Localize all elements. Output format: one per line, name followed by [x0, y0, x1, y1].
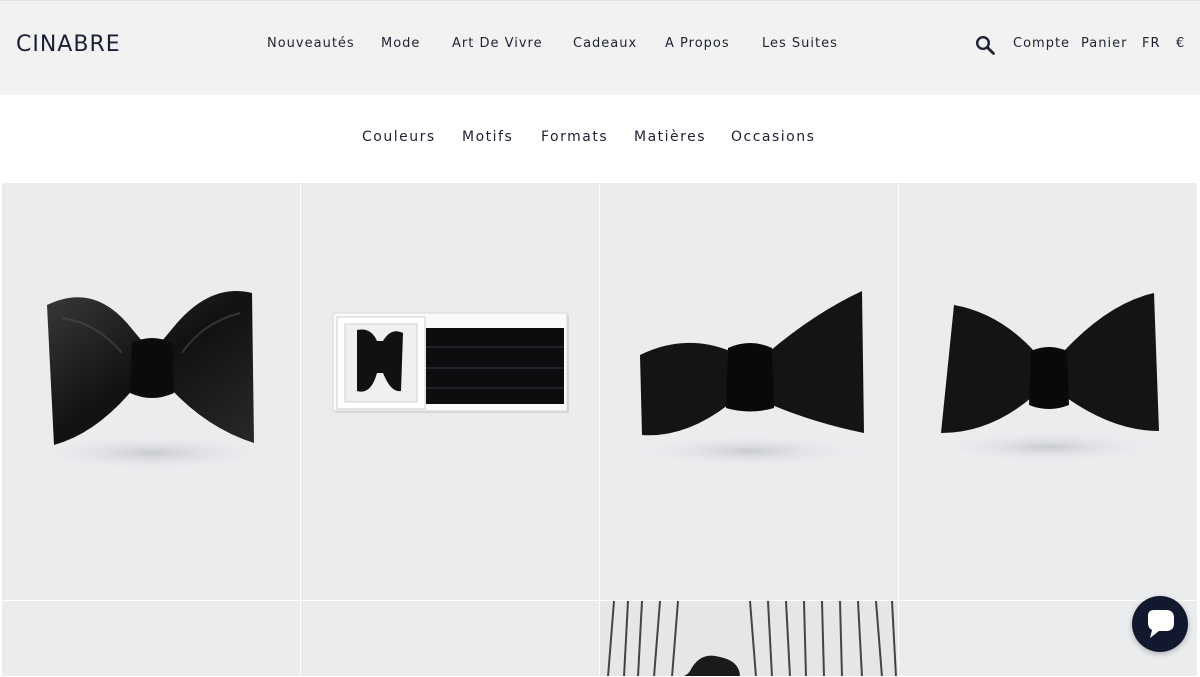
nav-item-nouveautes[interactable]: Nouveautés [267, 36, 355, 51]
filter-nav: Couleurs Motifs Formats Matières Occasio… [0, 129, 1200, 151]
product-image-butterfly-bow-tie [937, 293, 1161, 463]
chat-bubble-icon [1148, 610, 1174, 638]
currency-selector[interactable]: € [1176, 36, 1185, 51]
product-card[interactable] [600, 183, 899, 601]
product-image-satin-bow-tie [32, 291, 272, 471]
product-image-gift-box [332, 312, 569, 413]
nav-item-mode[interactable]: Mode [381, 36, 420, 51]
filter-occasions[interactable]: Occasions [731, 129, 815, 145]
product-card[interactable] [2, 183, 301, 601]
chat-button[interactable] [1132, 596, 1188, 652]
cart-link[interactable]: Panier [1081, 36, 1127, 51]
search-icon[interactable] [975, 35, 995, 55]
product-card[interactable] [301, 183, 600, 601]
account-link[interactable]: Compte [1013, 36, 1070, 51]
language-selector[interactable]: FR [1142, 36, 1161, 51]
nav-item-a-propos[interactable]: A Propos [665, 36, 730, 51]
product-card[interactable] [899, 183, 1198, 601]
product-image-model-portrait [600, 601, 898, 676]
filter-couleurs[interactable]: Couleurs [362, 129, 436, 145]
product-image-velvet-bow-tie [635, 291, 865, 467]
product-card[interactable] [600, 601, 899, 677]
filter-motifs[interactable]: Motifs [462, 129, 513, 145]
nav-item-les-suites[interactable]: Les Suites [762, 36, 838, 51]
product-card[interactable] [2, 601, 301, 677]
product-card[interactable] [301, 601, 600, 677]
filter-formats[interactable]: Formats [541, 129, 608, 145]
nav-item-cadeaux[interactable]: Cadeaux [573, 36, 637, 51]
filter-matieres[interactable]: Matières [634, 129, 706, 145]
nav-item-art-de-vivre[interactable]: Art De Vivre [452, 36, 543, 51]
product-grid [2, 183, 1198, 677]
header: CINABRE Nouveautés Mode Art De Vivre Cad… [0, 0, 1200, 95]
